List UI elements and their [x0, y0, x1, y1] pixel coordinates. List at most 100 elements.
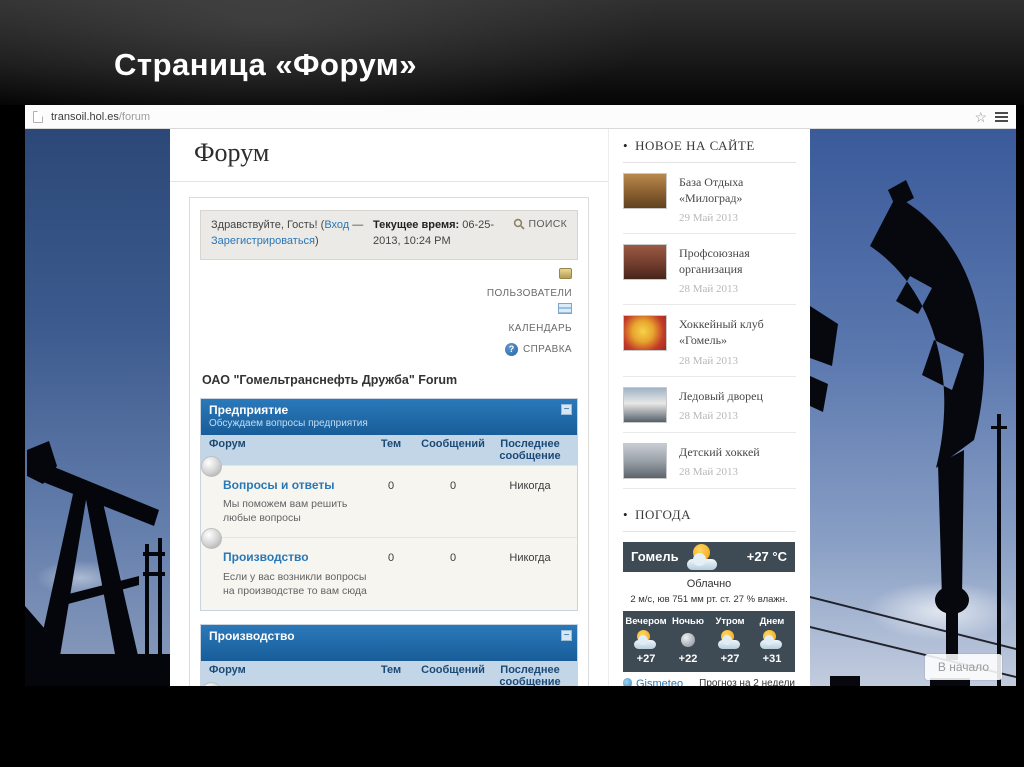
forum-link[interactable]: Вопросы и ответы [223, 477, 367, 493]
forecast-period: Ночью [672, 615, 704, 627]
forecast-temp: +31 [762, 652, 782, 665]
news-section-heading: • НОВОЕ НА САЙТЕ [623, 138, 755, 153]
category-subtitle: Обсуждаем вопросы предприятия [209, 417, 368, 429]
news-thumbnail [623, 244, 667, 281]
column-forum: Форум [209, 663, 246, 676]
category-header: Производство − [201, 624, 577, 661]
news-title: База Отдыха «Милоград» [679, 175, 744, 205]
login-link[interactable]: Вход [324, 219, 349, 231]
bullet-icon: • [623, 138, 629, 153]
last-post: Никогда [509, 479, 551, 492]
news-date: 28 Май 2013 [679, 354, 739, 367]
users-link[interactable]: ПОЛЬЗОВАТЕЛИ [200, 288, 572, 299]
back-to-top-button[interactable]: В начало [924, 654, 1002, 680]
browser-menu-icon[interactable] [995, 111, 1008, 122]
forum-row: Производство Если у вас возникли вопросы… [201, 528, 577, 610]
news-date: 28 Май 2013 [679, 283, 739, 296]
threads-count: 0 [387, 479, 395, 492]
posts-count: 0 [449, 479, 457, 492]
quick-links: ПОЛЬЗОВАТЕЛИ КАЛЕНДАРЬ ? СПРАВКА [200, 260, 578, 356]
background-photo-left [25, 129, 170, 686]
column-forum: Форум [209, 437, 246, 450]
search-label: ПОИСК [528, 218, 567, 230]
bullet-icon: • [623, 506, 629, 522]
pumpjack-silhouette-right [810, 180, 1016, 686]
forum-status-icon [201, 455, 222, 477]
members-icon[interactable] [558, 302, 572, 314]
current-time: Текущее время: 06-25-2013, 10:24 PM [373, 219, 495, 247]
forum-category-table: Предприятие Обсуждаем вопросы предприяти… [200, 397, 578, 611]
news-title: Профсоюзная организация [679, 246, 750, 276]
printer-icon[interactable] [559, 267, 572, 279]
search-link[interactable]: ПОИСК [495, 218, 567, 250]
forum-description: Если у вас возникли вопросы на производс… [223, 570, 367, 597]
help-link[interactable]: СПРАВКА [523, 344, 572, 355]
collapse-button[interactable]: − [561, 403, 572, 415]
news-thumbnail [623, 442, 667, 479]
welcome-bar: Здравствуйте, Гость! (Вход — Зарегистрир… [200, 210, 578, 260]
sun-cloud-icon [759, 630, 785, 650]
category-title: Производство [209, 628, 295, 643]
two-week-forecast-link[interactable]: Прогноз на 2 недели [699, 678, 795, 686]
weather-widget: Гомель +27 °C Облачно 2 м/с, юв 751 мм р… [623, 541, 795, 686]
forum-status-icon [201, 528, 222, 550]
news-item[interactable]: Хоккейный клуб «Гомель» 28 Май 2013 [623, 305, 796, 377]
weather-details: 2 м/с, юв 751 мм рт. ст. 27 % влажн. [630, 593, 788, 605]
pumpjack-silhouette-left [25, 441, 170, 686]
forecast-period: Утром [715, 615, 745, 627]
sun-cloud-icon [633, 630, 659, 650]
weather-section-heading: • ПОГОДА [623, 506, 692, 522]
column-threads: Тем [380, 437, 402, 450]
forum-row: Вопросы и ответы Мы поможем вам решить л… [201, 455, 577, 538]
register-link[interactable]: Зарегистрироваться [211, 235, 315, 247]
slide-title: Страница «Форум» [114, 47, 417, 82]
collapse-button[interactable]: − [561, 629, 572, 641]
background-photo-right: В начало [810, 129, 1016, 686]
news-thumbnail [623, 386, 667, 423]
search-icon [513, 218, 525, 230]
forecast-period: Днем [759, 615, 785, 627]
weather-city: Гомель [631, 549, 679, 565]
browser-window: transoil.hol.es/forum ☆ Форум Здравствуй… [25, 105, 1016, 686]
column-posts: Сообщений [421, 437, 485, 450]
news-date: 28 Май 2013 [679, 466, 739, 479]
weather-temperature: +27 °C [746, 549, 787, 565]
forecast-period: Вечером [625, 615, 667, 627]
url-path: /forum [118, 110, 151, 123]
threads-count: 0 [387, 552, 395, 565]
gismeteo-link[interactable]: Gismeteo [623, 678, 683, 686]
calendar-link[interactable]: КАЛЕНДАРЬ [200, 323, 572, 334]
page-icon [33, 110, 43, 123]
news-item[interactable]: Профсоюзная организация 28 Май 2013 [623, 234, 796, 306]
presentation-slide: Страница «Форум» transoil.hol.es/forum ☆ [0, 0, 1024, 767]
news-title: Детский хоккей [679, 444, 760, 459]
news-thumbnail [623, 173, 667, 209]
news-item[interactable]: База Отдыха «Милоград» 29 Май 2013 [623, 163, 796, 235]
news-item[interactable]: Детский хоккей 28 Май 2013 [623, 433, 796, 489]
page-title: Форум [194, 138, 270, 167]
page-viewport: Форум Здравствуйте, Гость! (Вход — Зарег… [25, 129, 1016, 686]
sun-cloud-icon [685, 543, 725, 570]
gismeteo-logo-icon [623, 678, 632, 686]
news-title: Хоккейный клуб «Гомель» [679, 317, 764, 347]
news-item[interactable]: Ледовый дворец 28 Май 2013 [623, 377, 796, 433]
help-icon: ? [504, 342, 518, 356]
news-title: Ледовый дворец [679, 388, 763, 403]
weather-forecast-table: Вечером Ночью Утром Днем +27 +22 +27 +31 [623, 610, 795, 672]
browser-address-bar[interactable]: transoil.hol.es/forum ☆ [25, 105, 1016, 129]
table-column-headers: Форум Тем Сообщений Последнее сообщение [201, 434, 577, 465]
news-date: 29 Май 2013 [679, 212, 739, 225]
forum-link[interactable]: Производство [223, 549, 367, 565]
forum-category-table: Производство − Форум Тем Сообщений После… [200, 623, 578, 686]
table-column-headers: Форум Тем Сообщений Последнее сообщение [201, 660, 577, 686]
news-thumbnail [623, 315, 667, 352]
forecast-temp: +27 [636, 652, 656, 665]
bookmark-star-icon[interactable]: ☆ [974, 110, 987, 124]
welcome-greeting: Здравствуйте, Гость! (Вход — Зарегистрир… [211, 219, 364, 247]
main-content-column: Форум Здравствуйте, Гость! (Вход — Зарег… [170, 129, 608, 686]
column-posts: Сообщений [421, 663, 485, 676]
url-text[interactable]: transoil.hol.es/forum [51, 111, 150, 123]
last-post: Никогда [509, 552, 551, 565]
forum-container: Здравствуйте, Гость! (Вход — Зарегистрир… [189, 197, 589, 686]
column-last-post: Последнее сообщение [499, 437, 561, 462]
